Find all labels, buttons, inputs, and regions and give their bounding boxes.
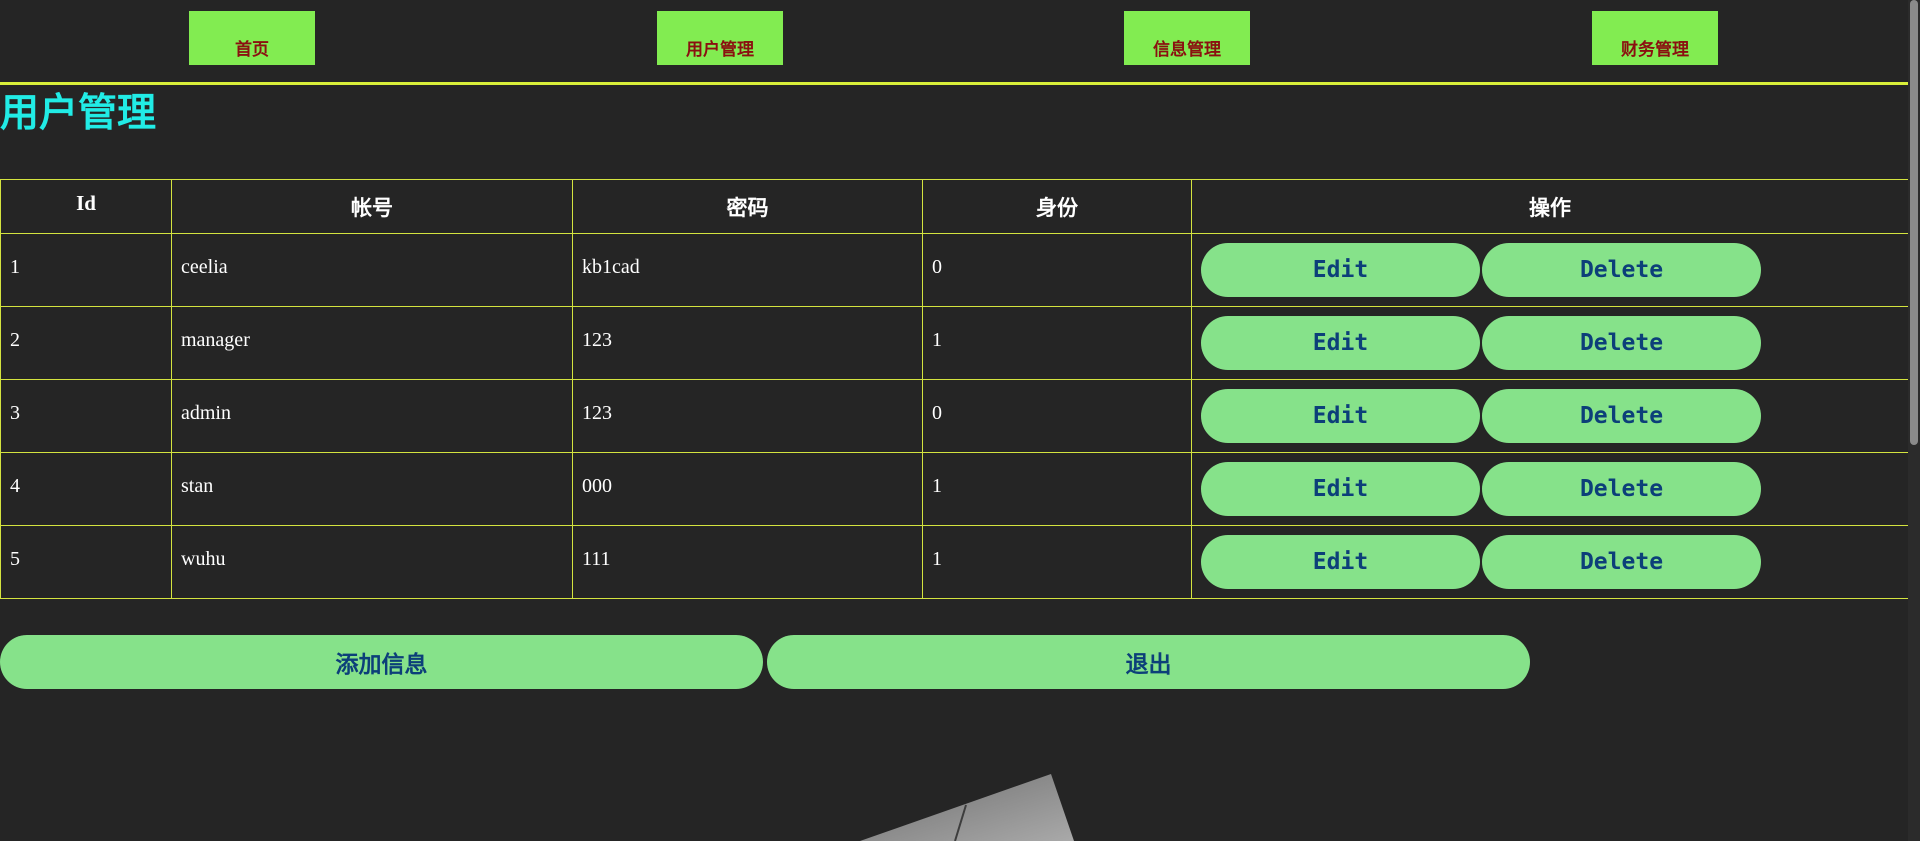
cell-account-text: manager (181, 328, 250, 351)
column-header-account: 帐号 (171, 179, 573, 234)
edit-button[interactable]: Edit (1201, 462, 1480, 516)
cell-id-text: 5 (10, 547, 20, 570)
cell-actions: Edit Delete (1191, 525, 1909, 599)
table-header-row: Id 帐号 密码 身份 操作 (0, 179, 1909, 234)
cell-password: kb1cad (572, 233, 923, 307)
cell-role-text: 1 (932, 328, 942, 351)
nav-user-management-button[interactable]: 用户管理 (657, 11, 783, 65)
cell-id-text: 2 (10, 328, 20, 351)
cell-password-text: 000 (582, 474, 612, 497)
table-row: 5 wuhu 111 1 Edit Delete (0, 525, 1909, 599)
cell-id: 4 (0, 452, 172, 526)
cell-role: 0 (922, 233, 1192, 307)
cell-role: 1 (922, 452, 1192, 526)
cell-account: admin (171, 379, 573, 453)
cell-id: 1 (0, 233, 172, 307)
cell-id-text: 1 (10, 255, 20, 278)
cell-id-text: 4 (10, 474, 20, 497)
cell-actions: Edit Delete (1191, 379, 1909, 453)
cell-id: 5 (0, 525, 172, 599)
user-table: Id 帐号 密码 身份 操作 1 ceelia kb1cad 0 Edit Del… (0, 179, 1909, 599)
cell-password: 000 (572, 452, 923, 526)
cell-role-text: 1 (932, 547, 942, 570)
nav-info-management-button[interactable]: 信息管理 (1124, 11, 1250, 65)
cell-id: 3 (0, 379, 172, 453)
cell-actions: Edit Delete (1191, 233, 1909, 307)
cell-role: 1 (922, 525, 1192, 599)
column-header-id-label: Id (76, 191, 96, 215)
cell-password-text: 111 (582, 547, 611, 570)
edit-button[interactable]: Edit (1201, 316, 1480, 370)
cell-actions: Edit Delete (1191, 452, 1909, 526)
cell-role: 1 (922, 306, 1192, 380)
page-title: 用户管理 (0, 91, 157, 136)
cell-actions: Edit Delete (1191, 306, 1909, 380)
cell-id-text: 3 (10, 401, 20, 424)
cell-id: 2 (0, 306, 172, 380)
column-header-role: 身份 (922, 179, 1192, 234)
cell-account: stan (171, 452, 573, 526)
cell-account: manager (171, 306, 573, 380)
cell-account-text: admin (181, 401, 231, 424)
cell-account: ceelia (171, 233, 573, 307)
delete-button[interactable]: Delete (1482, 462, 1761, 516)
column-header-id: Id (0, 179, 172, 234)
edit-button[interactable]: Edit (1201, 389, 1480, 443)
scrollbar-thumb[interactable] (1910, 0, 1918, 445)
nav-home-button[interactable]: 首页 (189, 11, 315, 65)
delete-button[interactable]: Delete (1482, 389, 1761, 443)
nav-finance-management-button[interactable]: 财务管理 (1592, 11, 1718, 65)
table-row: 4 stan 000 1 Edit Delete (0, 452, 1909, 526)
cell-role-text: 0 (932, 401, 942, 424)
cell-account-text: wuhu (181, 547, 226, 570)
decorative-background-shape (860, 774, 1074, 841)
column-header-actions: 操作 (1191, 179, 1909, 234)
cell-password: 111 (572, 525, 923, 599)
table-row: 3 admin 123 0 Edit Delete (0, 379, 1909, 453)
cell-password-text: 123 (582, 328, 612, 351)
cell-account-text: ceelia (181, 255, 228, 278)
delete-button[interactable]: Delete (1482, 316, 1761, 370)
edit-button[interactable]: Edit (1201, 243, 1480, 297)
logout-button[interactable]: 退出 (767, 635, 1530, 689)
column-header-password: 密码 (572, 179, 923, 234)
cell-role-text: 1 (932, 474, 942, 497)
delete-button[interactable]: Delete (1482, 243, 1761, 297)
edit-button[interactable]: Edit (1201, 535, 1480, 589)
vertical-scrollbar[interactable] (1908, 0, 1920, 841)
cell-account: wuhu (171, 525, 573, 599)
table-row: 1 ceelia kb1cad 0 Edit Delete (0, 233, 1909, 307)
cell-password-text: kb1cad (582, 255, 640, 278)
cell-password: 123 (572, 379, 923, 453)
table-row: 2 manager 123 1 Edit Delete (0, 306, 1909, 380)
delete-button[interactable]: Delete (1482, 535, 1761, 589)
cell-password-text: 123 (582, 401, 612, 424)
cell-role-text: 0 (932, 255, 942, 278)
cell-account-text: stan (181, 474, 214, 497)
nav-divider (0, 82, 1908, 85)
cell-role: 0 (922, 379, 1192, 453)
add-info-button[interactable]: 添加信息 (0, 635, 763, 689)
cell-password: 123 (572, 306, 923, 380)
